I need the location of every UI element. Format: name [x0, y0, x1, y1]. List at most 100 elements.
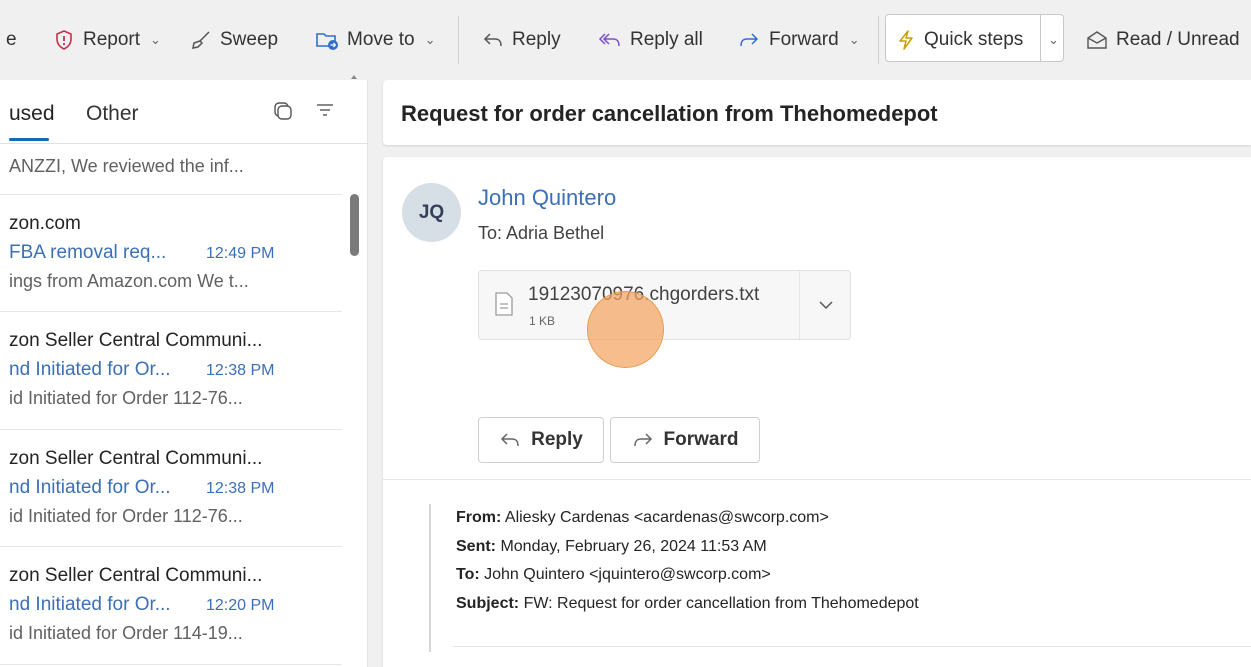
- quoted-sent-value: Monday, February 26, 2024 11:53 AM: [496, 537, 767, 555]
- broom-icon: [192, 31, 210, 49]
- report-shield-icon: [56, 30, 72, 50]
- reply-button[interactable]: Reply: [478, 417, 604, 463]
- reply-button-label: Reply: [531, 429, 583, 450]
- message-list-pane: used Other ANZZI, We reviewed the inf...…: [0, 80, 368, 667]
- forward-arrow-icon: [740, 33, 759, 47]
- scroll-up-arrow-icon[interactable]: [351, 75, 357, 79]
- list-item[interactable]: zon.com FBA removal req... 12:49 PM ings…: [0, 195, 342, 312]
- chevron-down-icon: ⌄: [1048, 32, 1059, 47]
- reply-ribbon-label: Reply: [512, 29, 561, 50]
- quoted-subject: Subject: FW: Request for order cancellat…: [456, 590, 919, 619]
- quoted-to-label: To:: [456, 566, 480, 583]
- message-preview: ings from Amazon.com We t...: [9, 271, 249, 291]
- divider: [383, 479, 1251, 480]
- message-sender: zon Seller Central Communi...: [9, 448, 263, 469]
- message-preview: ANZZI, We reviewed the inf...: [9, 156, 244, 176]
- sweep-label: Sweep: [220, 29, 279, 50]
- message-subject: nd Initiated for Or...: [9, 594, 171, 615]
- quoted-from-value: Aliesky Cardenas <acardenas@swcorp.com>: [501, 509, 829, 526]
- quoted-sent-label: Sent:: [456, 537, 496, 555]
- reply-all-label: Reply all: [630, 29, 703, 50]
- quoted-from: From: Aliesky Cardenas <acardenas@swcorp…: [456, 504, 919, 533]
- move-to-button[interactable]: Move to ⌄: [315, 14, 436, 66]
- tab-focused[interactable]: used: [9, 102, 55, 126]
- quick-steps-label: Quick steps: [924, 29, 1024, 50]
- message-time: 12:38 PM: [206, 480, 275, 497]
- message-preview: id Initiated for Order 114-19...: [9, 623, 243, 643]
- read-unread-button[interactable]: Read / Unread: [1086, 14, 1240, 66]
- reading-pane: JQ John Quintero To: Adria Bethel 191230…: [383, 157, 1251, 667]
- avatar[interactable]: JQ: [402, 183, 461, 242]
- quoted-to-value: John Quintero <jquintero@swcorp.com>: [479, 566, 771, 583]
- click-indicator: [587, 291, 664, 368]
- message-time: 12:49 PM: [206, 245, 275, 262]
- chevron-down-icon: ⌄: [150, 32, 161, 47]
- divider: [453, 646, 1251, 647]
- lightning-icon: [899, 30, 913, 50]
- text-file-icon: [495, 292, 513, 316]
- ribbon-toolbar: e Report ⌄ Sweep Move to ⌄ Reply Reply a…: [0, 0, 1251, 80]
- quoted-to: To: John Quintero <jquintero@swcorp.com>: [456, 561, 919, 590]
- chevron-down-icon: ⌄: [424, 32, 436, 47]
- reply-all-button[interactable]: Reply all: [596, 14, 703, 66]
- reply-arrow-icon: [501, 433, 519, 447]
- quoted-subject-label: Subject:: [456, 594, 520, 612]
- quick-steps-button[interactable]: Quick steps: [896, 14, 1023, 66]
- tab-active-indicator: [9, 138, 49, 141]
- list-item[interactable]: zon Seller Central Communi... nd Initiat…: [0, 312, 342, 430]
- inbox-tabs-header: used Other: [0, 80, 368, 144]
- attachment-size: 1 KB: [529, 314, 556, 328]
- message-sender: zon Seller Central Communi...: [9, 565, 263, 586]
- ribbon-divider: [458, 16, 459, 64]
- ribbon-partial-label: e: [6, 29, 17, 50]
- envelope-open-icon: [1087, 31, 1107, 49]
- ribbon-divider: [878, 16, 879, 64]
- ribbon-partial-item[interactable]: e: [6, 14, 17, 66]
- sender-name[interactable]: John Quintero: [478, 185, 616, 211]
- message-preview: id Initiated for Order 112-76...: [9, 506, 243, 526]
- quoted-sent: Sent: Monday, February 26, 2024 11:53 AM: [456, 533, 919, 562]
- reply-ribbon-button[interactable]: Reply: [482, 14, 561, 66]
- recipient-line: To: Adria Bethel: [478, 223, 605, 243]
- forward-ribbon-button[interactable]: Forward ⌄: [737, 14, 860, 66]
- list-item[interactable]: zon Seller Central Communi... nd Initiat…: [0, 430, 342, 547]
- list-item[interactable]: ANZZI, We reviewed the inf...: [0, 144, 342, 195]
- subject-header: Request for order cancellation from Theh…: [383, 80, 1251, 145]
- quoted-message-header: From: Aliesky Cardenas <acardenas@swcorp…: [429, 504, 919, 652]
- message-time: 12:20 PM: [206, 597, 275, 614]
- report-button[interactable]: Report ⌄: [53, 14, 161, 66]
- chevron-down-icon: [818, 301, 833, 310]
- forward-button[interactable]: Forward: [610, 417, 760, 463]
- attachment-card[interactable]: 19123070976.chgorders.txt 1 KB: [478, 270, 851, 340]
- tab-other[interactable]: Other: [86, 102, 139, 126]
- forward-button-label: Forward: [663, 429, 739, 450]
- quick-steps-split: [1040, 14, 1041, 62]
- forward-arrow-icon: [633, 433, 652, 447]
- quoted-from-label: From:: [456, 509, 502, 526]
- message-subject: nd Initiated for Or...: [9, 477, 171, 498]
- sweep-button[interactable]: Sweep: [190, 14, 278, 66]
- report-label: Report: [83, 29, 141, 50]
- filter-icon[interactable]: [315, 100, 335, 120]
- select-mode-icon[interactable]: [272, 100, 292, 120]
- quoted-subject-value: FW: Request for order cancellation from …: [519, 594, 919, 612]
- message-list-scrollbar[interactable]: [342, 75, 368, 667]
- attachment-menu-button[interactable]: [799, 271, 851, 339]
- page-title: Request for order cancellation from Theh…: [401, 101, 938, 126]
- message-subject: FBA removal req...: [9, 242, 167, 263]
- read-unread-label: Read / Unread: [1116, 29, 1240, 50]
- forward-ribbon-label: Forward: [769, 29, 839, 50]
- message-time: 12:38 PM: [206, 362, 275, 379]
- message-preview: id Initiated for Order 112-76...: [9, 388, 243, 408]
- message-sender: zon.com: [9, 213, 81, 234]
- scrollbar-thumb[interactable]: [350, 194, 359, 256]
- reply-all-icon: [598, 33, 620, 47]
- message-sender: zon Seller Central Communi...: [9, 330, 263, 351]
- quick-steps-dropdown[interactable]: ⌄: [1046, 14, 1059, 66]
- reply-arrow-icon: [483, 33, 502, 47]
- list-item[interactable]: zon Seller Central Communi... nd Initiat…: [0, 547, 342, 665]
- folder-move-icon: [316, 33, 338, 50]
- message-subject: nd Initiated for Or...: [9, 359, 171, 380]
- move-to-label: Move to: [347, 29, 415, 50]
- chevron-down-icon: ⌄: [848, 32, 860, 47]
